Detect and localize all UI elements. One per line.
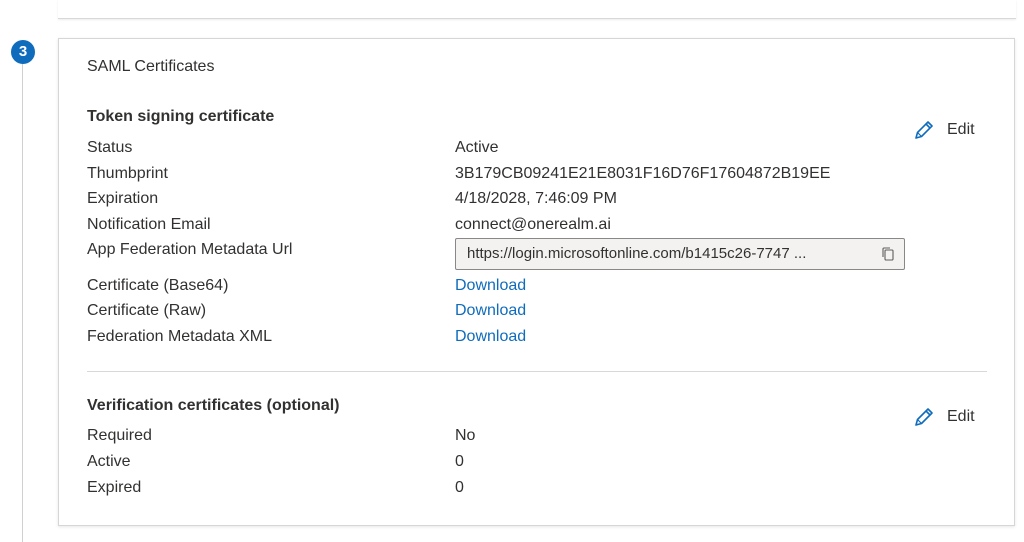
expired-value: 0 [455, 479, 464, 496]
notification-email-label: Notification Email [87, 216, 211, 233]
token-signing-heading: Token signing certificate [87, 108, 275, 125]
saml-certificates-card: SAML Certificates Token signing certific… [58, 38, 1015, 526]
previous-section-card [58, 0, 1016, 19]
required-label: Required [87, 427, 152, 444]
cert-raw-download-link[interactable]: Download [455, 302, 526, 320]
pencil-icon [915, 121, 933, 139]
cert-base64-label: Certificate (Base64) [87, 277, 229, 294]
cert-base64-download-link[interactable]: Download [455, 277, 526, 295]
notification-email-value: connect@onerealm.ai [455, 216, 611, 233]
status-value: Active [455, 139, 499, 156]
required-value: No [455, 427, 476, 444]
verification-heading: Verification certificates (optional) [87, 397, 340, 414]
status-label: Status [87, 139, 133, 156]
active-label: Active [87, 453, 131, 470]
expiration-label: Expiration [87, 190, 159, 207]
section-divider [87, 371, 987, 372]
metadata-url-label: App Federation Metadata Url [87, 241, 293, 258]
step-connector-line [22, 62, 23, 542]
card-title: SAML Certificates [87, 58, 215, 75]
saml-config-page: 3 SAML Certificates Token signing certif… [0, 0, 1024, 542]
metadata-url-field[interactable]: https://login.microsoftonline.com/b1415c… [455, 238, 905, 270]
verification-edit-button[interactable]: Edit [913, 405, 993, 431]
expiration-value: 4/18/2028, 7:46:09 PM [455, 190, 617, 207]
thumbprint-label: Thumbprint [87, 165, 168, 182]
copy-icon[interactable] [880, 246, 896, 262]
federation-xml-label: Federation Metadata XML [87, 328, 272, 345]
token-signing-edit-button[interactable]: Edit [913, 118, 993, 144]
active-value: 0 [455, 453, 464, 470]
thumbprint-value: 3B179CB09241E21E8031F16D76F17604872B19EE [455, 165, 831, 182]
federation-xml-download-link[interactable]: Download [455, 328, 526, 346]
pencil-icon [915, 408, 933, 426]
edit-label: Edit [947, 408, 975, 425]
edit-label: Edit [947, 121, 975, 138]
step-number-badge: 3 [11, 40, 35, 64]
expired-label: Expired [87, 479, 142, 496]
cert-raw-label: Certificate (Raw) [87, 302, 207, 319]
